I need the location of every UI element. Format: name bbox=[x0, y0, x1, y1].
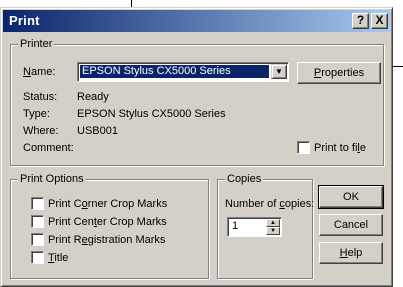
copies-spinner[interactable]: 1 ▲ ▼ bbox=[227, 217, 282, 237]
ok-button[interactable]: OK bbox=[318, 185, 384, 209]
print-to-file-label: Print to file bbox=[314, 142, 366, 154]
printer-name-select[interactable]: EPSON Stylus CX5000 Series ▼ bbox=[77, 62, 289, 82]
number-of-copies-label: Number of copies: bbox=[225, 198, 315, 210]
corner-crop-marks-checkbox[interactable] bbox=[31, 197, 44, 210]
chevron-down-icon[interactable]: ▼ bbox=[271, 64, 287, 79]
printer-name-value: EPSON Stylus CX5000 Series bbox=[80, 65, 269, 78]
comment-label: Comment: bbox=[23, 142, 74, 154]
print-dialog: Print ? X Printer Name: EPSON Stylus CX5… bbox=[0, 7, 393, 287]
registration-marks-label: Print Registration Marks bbox=[48, 234, 166, 246]
copies-value: 1 bbox=[232, 220, 239, 232]
corner-crop-marks-label: Print Corner Crop Marks bbox=[48, 198, 168, 210]
dialog-title: Print bbox=[9, 13, 40, 28]
properties-button[interactable]: Properties bbox=[297, 62, 381, 84]
cancel-button[interactable]: Cancel bbox=[319, 214, 383, 236]
print-options-group: Print Options bbox=[10, 173, 209, 279]
spin-up-icon[interactable]: ▲ bbox=[266, 219, 280, 227]
spin-down-icon[interactable]: ▼ bbox=[266, 227, 280, 235]
title-checkbox[interactable] bbox=[31, 251, 44, 264]
help-icon[interactable]: ? bbox=[352, 13, 369, 29]
title-bar: Print ? X bbox=[3, 10, 390, 32]
name-label: Name: bbox=[23, 66, 56, 78]
help-button[interactable]: Help bbox=[319, 242, 383, 264]
type-label: Type: bbox=[23, 108, 50, 120]
print-to-file-checkbox[interactable] bbox=[297, 141, 310, 154]
title-label: Title bbox=[48, 252, 69, 264]
type-value: EPSON Stylus CX5000 Series bbox=[77, 108, 226, 120]
status-value: Ready bbox=[77, 91, 109, 103]
print-options-group-label: Print Options bbox=[18, 173, 86, 186]
copies-group-label: Copies bbox=[225, 173, 264, 186]
where-value: USB001 bbox=[77, 125, 118, 137]
printer-group-label: Printer bbox=[18, 38, 55, 51]
center-crop-marks-checkbox[interactable] bbox=[31, 215, 44, 228]
where-label: Where: bbox=[23, 125, 59, 137]
close-icon[interactable]: X bbox=[371, 13, 388, 29]
status-label: Status: bbox=[23, 91, 58, 103]
registration-marks-checkbox[interactable] bbox=[31, 233, 44, 246]
center-crop-marks-label: Print Center Crop Marks bbox=[48, 216, 167, 228]
